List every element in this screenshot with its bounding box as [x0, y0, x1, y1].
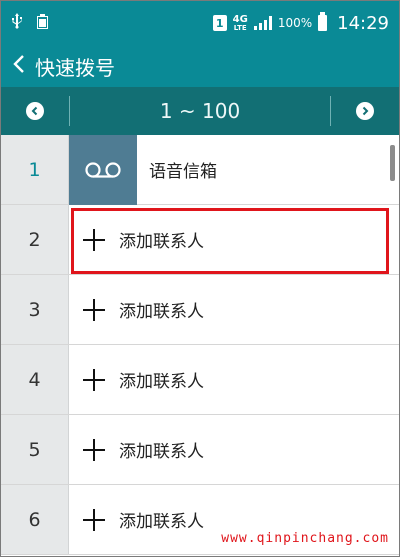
speed-dial-number: 5	[1, 415, 69, 484]
speed-dial-number: 4	[1, 345, 69, 414]
storage-icon	[37, 13, 48, 33]
add-contact-button[interactable]: 添加联系人	[69, 205, 399, 274]
plus-icon	[83, 368, 105, 391]
plus-icon	[83, 298, 105, 321]
prev-range-button[interactable]	[1, 87, 69, 135]
speed-dial-number: 3	[1, 275, 69, 344]
plus-icon	[83, 438, 105, 461]
watermark: www.qinpinchang.com	[221, 531, 389, 546]
speed-dial-entry[interactable]: 语音信箱	[69, 134, 399, 205]
network-type: 4G LTE	[232, 13, 248, 32]
speed-dial-row[interactable]: 2 添加联系人	[1, 205, 399, 275]
clock: 14:29	[337, 12, 389, 34]
page-title: 快速拨号	[35, 55, 115, 80]
add-contact-button[interactable]: 添加联系人	[69, 275, 399, 344]
range-label: 1 ~ 100	[159, 99, 241, 123]
phone-screen: 1 4G LTE 100% 14:29 快速拨号 1 ~ 100 1 语音信箱 …	[0, 0, 400, 557]
chevron-left-icon	[26, 102, 44, 120]
usb-icon	[11, 13, 23, 33]
add-contact-label: 添加联系人	[119, 372, 204, 392]
speed-dial-number: 1	[1, 135, 69, 204]
add-contact-button[interactable]: 添加联系人	[69, 345, 399, 414]
app-bar: 快速拨号	[1, 45, 399, 87]
plus-icon	[83, 228, 105, 251]
battery-percent: 100%	[277, 16, 313, 30]
plus-icon	[83, 508, 105, 531]
add-contact-label: 添加联系人	[119, 512, 204, 532]
add-contact-label: 添加联系人	[119, 302, 204, 322]
range-selector: 1 ~ 100	[1, 87, 399, 135]
speed-dial-row[interactable]: 5 添加联系人	[1, 415, 399, 485]
speed-dial-number: 6	[1, 485, 69, 554]
next-range-button[interactable]	[331, 87, 399, 135]
battery-icon	[318, 12, 328, 31]
add-contact-label: 添加联系人	[119, 232, 204, 252]
speed-dial-row[interactable]: 4 添加联系人	[1, 345, 399, 415]
back-chevron-icon[interactable]	[13, 54, 25, 79]
sim-icon: 1	[212, 15, 227, 31]
speed-dial-list: 1 语音信箱 2 添加联系人 3 添加联系人 4 添加联系人 5 添加联系人 6…	[1, 134, 399, 556]
speed-dial-number: 2	[1, 205, 69, 274]
speed-dial-row[interactable]: 3 添加联系人	[1, 275, 399, 345]
speed-dial-label: 语音信箱	[149, 162, 217, 182]
scrollbar[interactable]	[390, 145, 395, 181]
status-bar: 1 4G LTE 100% 14:29	[1, 1, 399, 45]
voicemail-icon	[69, 134, 137, 205]
add-contact-button[interactable]: 添加联系人	[69, 415, 399, 484]
chevron-right-icon	[356, 102, 374, 120]
add-contact-label: 添加联系人	[119, 442, 204, 462]
speed-dial-row-voicemail[interactable]: 1 语音信箱	[1, 134, 399, 205]
signal-icon	[253, 16, 272, 30]
